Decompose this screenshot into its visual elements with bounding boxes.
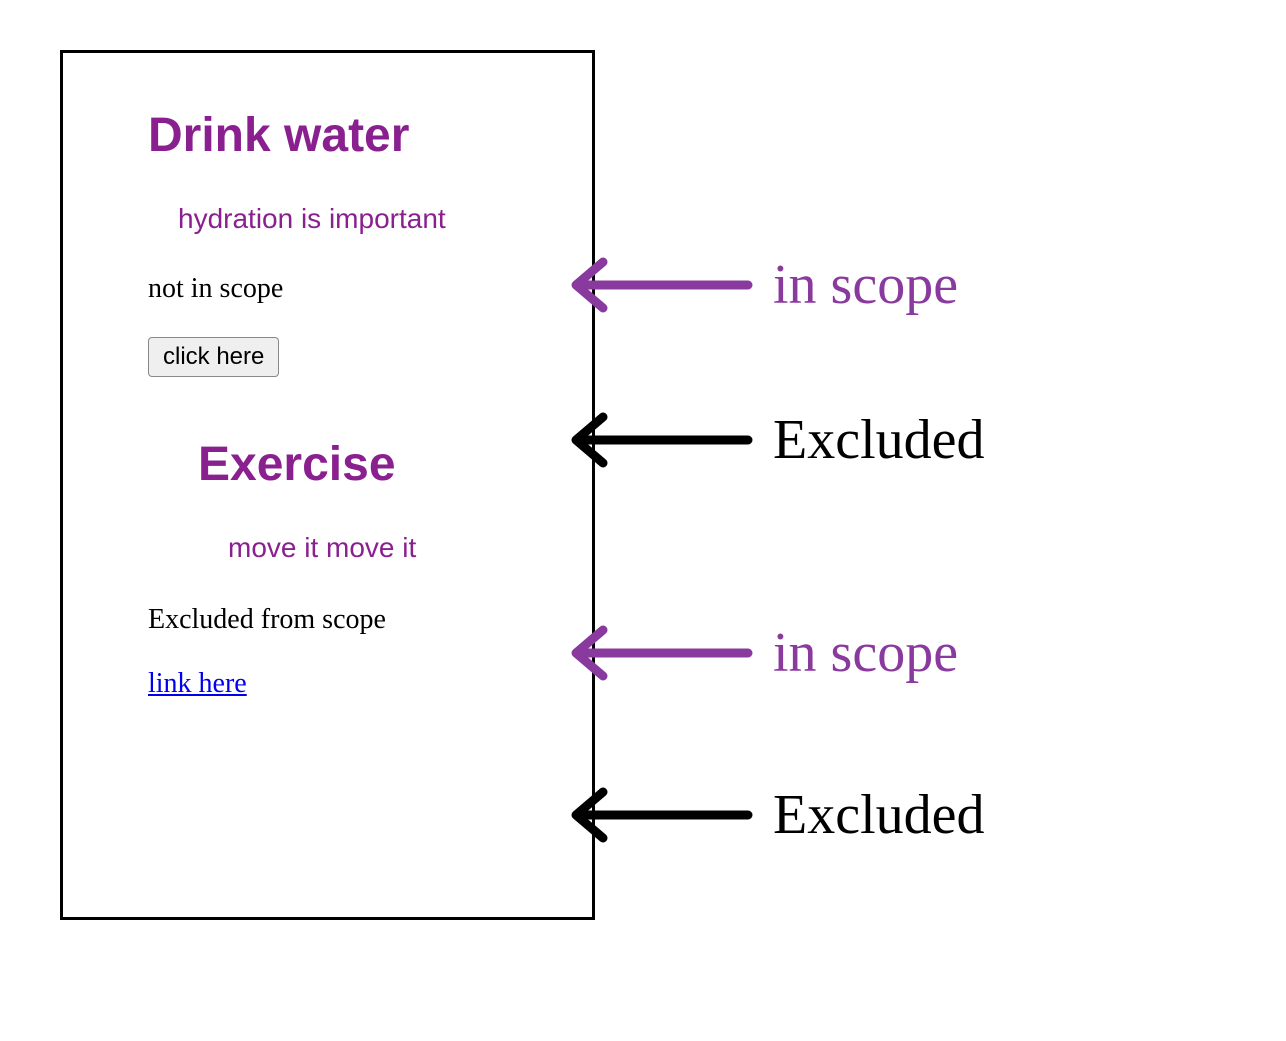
text-not-in-scope: not in scope (148, 273, 507, 305)
arrow-left-icon (568, 405, 753, 475)
content-box: Drink water hydration is important not i… (60, 50, 595, 920)
heading-exercise: Exercise (198, 437, 507, 492)
arrow-left-icon (568, 250, 753, 320)
annotation-label: in scope (773, 621, 958, 685)
annotation-label: Excluded (773, 408, 984, 472)
subtext-move-it: move it move it (228, 532, 507, 564)
annotation-excluded-2: Excluded (568, 780, 984, 850)
arrow-left-icon (568, 618, 753, 688)
annotation-label: Excluded (773, 783, 984, 847)
link-here[interactable]: link here (148, 668, 507, 700)
click-here-button[interactable]: click here (148, 337, 279, 377)
arrow-left-icon (568, 780, 753, 850)
annotation-in-scope-1: in scope (568, 250, 958, 320)
annotation-excluded-1: Excluded (568, 405, 984, 475)
text-excluded-from-scope: Excluded from scope (148, 604, 507, 636)
heading-drink-water: Drink water (148, 108, 507, 163)
subtext-hydration: hydration is important (178, 203, 507, 235)
annotation-label: in scope (773, 253, 958, 317)
annotation-in-scope-2: in scope (568, 618, 958, 688)
